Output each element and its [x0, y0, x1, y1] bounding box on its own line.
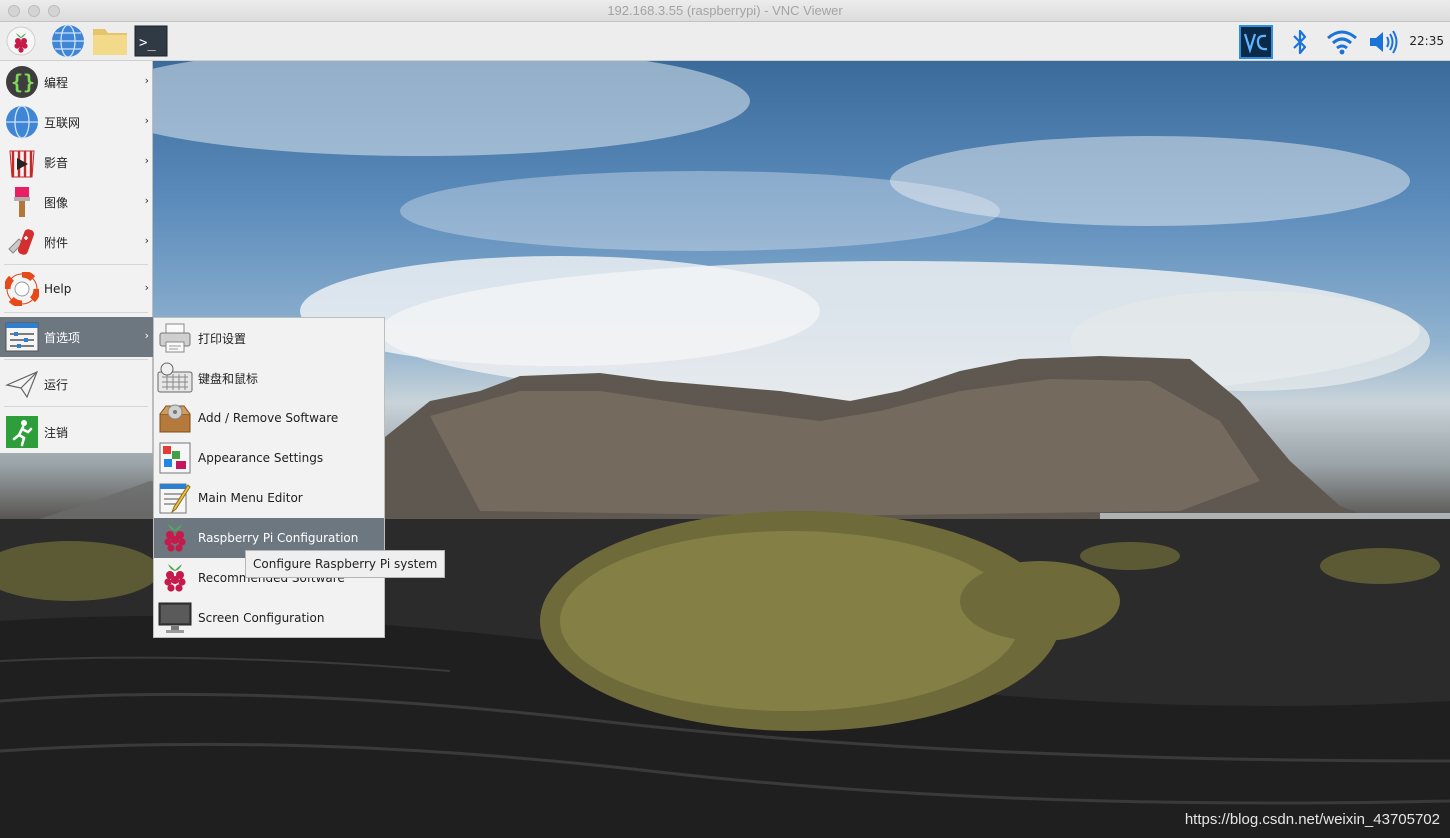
raspberry-menu-button[interactable]: [4, 24, 38, 58]
monitor-icon: [158, 602, 192, 633]
raspberry-icon: [6, 26, 36, 56]
submenu-item-screen-configuration[interactable]: Screen Configuration: [154, 598, 384, 638]
menu-separator: [4, 264, 148, 265]
globe-icon: [6, 105, 38, 139]
globe-icon: [52, 24, 84, 58]
menu-separator: [4, 406, 148, 407]
menu-item-run[interactable]: 运行: [0, 364, 153, 404]
volume-tray[interactable]: [1366, 25, 1400, 58]
vnc-icon: [1239, 24, 1273, 59]
submenu-item-print-settings[interactable]: 打印设置: [154, 318, 384, 358]
menu-item-preferences[interactable]: 首选项 ›: [0, 317, 153, 357]
top-panel: >_ 22:35: [0, 22, 1450, 61]
svg-text:>_: >_: [139, 35, 156, 51]
submenu-item-label: Appearance Settings: [198, 451, 324, 465]
file-manager-launcher[interactable]: [91, 24, 129, 58]
chevron-right-icon: ›: [144, 329, 149, 342]
menu-item-internet[interactable]: 互联网 ›: [0, 102, 153, 142]
menu-item-label: 运行: [44, 377, 69, 392]
submenu-item-keyboard-mouse[interactable]: 键盘和鼠标: [154, 358, 384, 398]
vnc-server-tray[interactable]: [1238, 24, 1274, 59]
submenu-item-main-menu-editor[interactable]: Main Menu Editor: [154, 478, 384, 518]
software-box-icon: [159, 404, 191, 433]
menu-item-label: 附件: [44, 235, 69, 250]
chevron-right-icon: ›: [144, 74, 149, 87]
web-browser-launcher[interactable]: [51, 24, 85, 58]
submenu-item-label: Screen Configuration: [198, 611, 325, 625]
tooltip: Configure Raspberry Pi system: [245, 550, 446, 578]
submenu-item-label: Add / Remove Software: [198, 411, 339, 425]
raspberry-icon: [164, 524, 186, 552]
window-title: 192.168.3.55 (raspberrypi) - VNC Viewer: [607, 3, 843, 18]
menu-item-sound-video[interactable]: 影音 ›: [0, 142, 153, 182]
menu-item-label: 影音: [44, 155, 69, 170]
menu-separator: [4, 312, 148, 313]
exit-icon: [6, 416, 38, 448]
chevron-right-icon: ›: [144, 234, 149, 247]
menu-item-label: 图像: [44, 195, 69, 210]
lifebuoy-icon: [5, 272, 39, 306]
bluetooth-icon: [1293, 29, 1307, 54]
menu-item-graphics[interactable]: 图像 ›: [0, 182, 153, 222]
terminal-launcher[interactable]: >_: [134, 24, 168, 58]
chevron-right-icon: ›: [144, 281, 149, 294]
menu-item-label: 首选项: [44, 330, 81, 345]
chevron-right-icon: ›: [144, 194, 149, 207]
menu-item-label: 互联网: [44, 115, 81, 130]
preferences-icon: [5, 322, 39, 352]
pocketknife-icon: [8, 229, 35, 255]
svg-text:{}: {}: [11, 70, 35, 94]
submenu-item-label: 键盘和鼠标: [198, 371, 259, 386]
main-menu: {} 编程 › 互联网 › 影音 › 图像 › 附件 › Help › 首选项 …: [0, 61, 153, 453]
terminal-icon: >_: [134, 25, 168, 57]
wifi-tray[interactable]: [1325, 25, 1359, 58]
wifi-icon: [1327, 30, 1357, 54]
chevron-right-icon: ›: [144, 114, 149, 127]
menu-item-help[interactable]: Help ›: [0, 269, 153, 309]
paper-plane-icon: [5, 370, 39, 399]
menu-item-programming[interactable]: {} 编程 ›: [0, 62, 153, 102]
menu-item-label: 编程: [44, 75, 69, 90]
volume-icon: [1370, 29, 1398, 54]
menu-item-label: Help: [44, 282, 72, 296]
submenu-item-appearance-settings[interactable]: Appearance Settings: [154, 438, 384, 478]
submenu-item-add-remove-software[interactable]: Add / Remove Software: [154, 398, 384, 438]
submenu-item-label: 打印设置: [198, 331, 247, 346]
window-title-bar: 192.168.3.55 (raspberrypi) - VNC Viewer: [0, 0, 1450, 22]
chevron-right-icon: ›: [144, 154, 149, 167]
panel-clock[interactable]: 22:35: [1409, 34, 1444, 48]
paintbrush-icon: [14, 187, 30, 217]
keyboard-mouse-icon: [157, 362, 193, 393]
menu-item-accessories[interactable]: 附件 ›: [0, 222, 153, 262]
media-icon: [9, 150, 35, 178]
menu-item-label: 注销: [44, 425, 69, 440]
preferences-submenu: 打印设置 键盘和鼠标 Add / Remove Software Appeara…: [153, 317, 385, 638]
bluetooth-tray[interactable]: [1288, 25, 1312, 58]
folder-icon: [93, 29, 127, 55]
watermark-url: https://blog.csdn.net/weixin_43705702: [1184, 811, 1440, 828]
printer-icon: [159, 323, 191, 353]
submenu-item-label: Raspberry Pi Configuration: [198, 531, 359, 545]
menu-editor-icon: [159, 483, 191, 514]
menu-item-logout[interactable]: 注销: [0, 412, 153, 452]
menu-separator: [4, 359, 148, 360]
code-braces-icon: {}: [6, 66, 38, 98]
appearance-icon: [159, 442, 191, 474]
submenu-item-label: Main Menu Editor: [198, 491, 303, 505]
raspberry-icon: [164, 564, 186, 592]
